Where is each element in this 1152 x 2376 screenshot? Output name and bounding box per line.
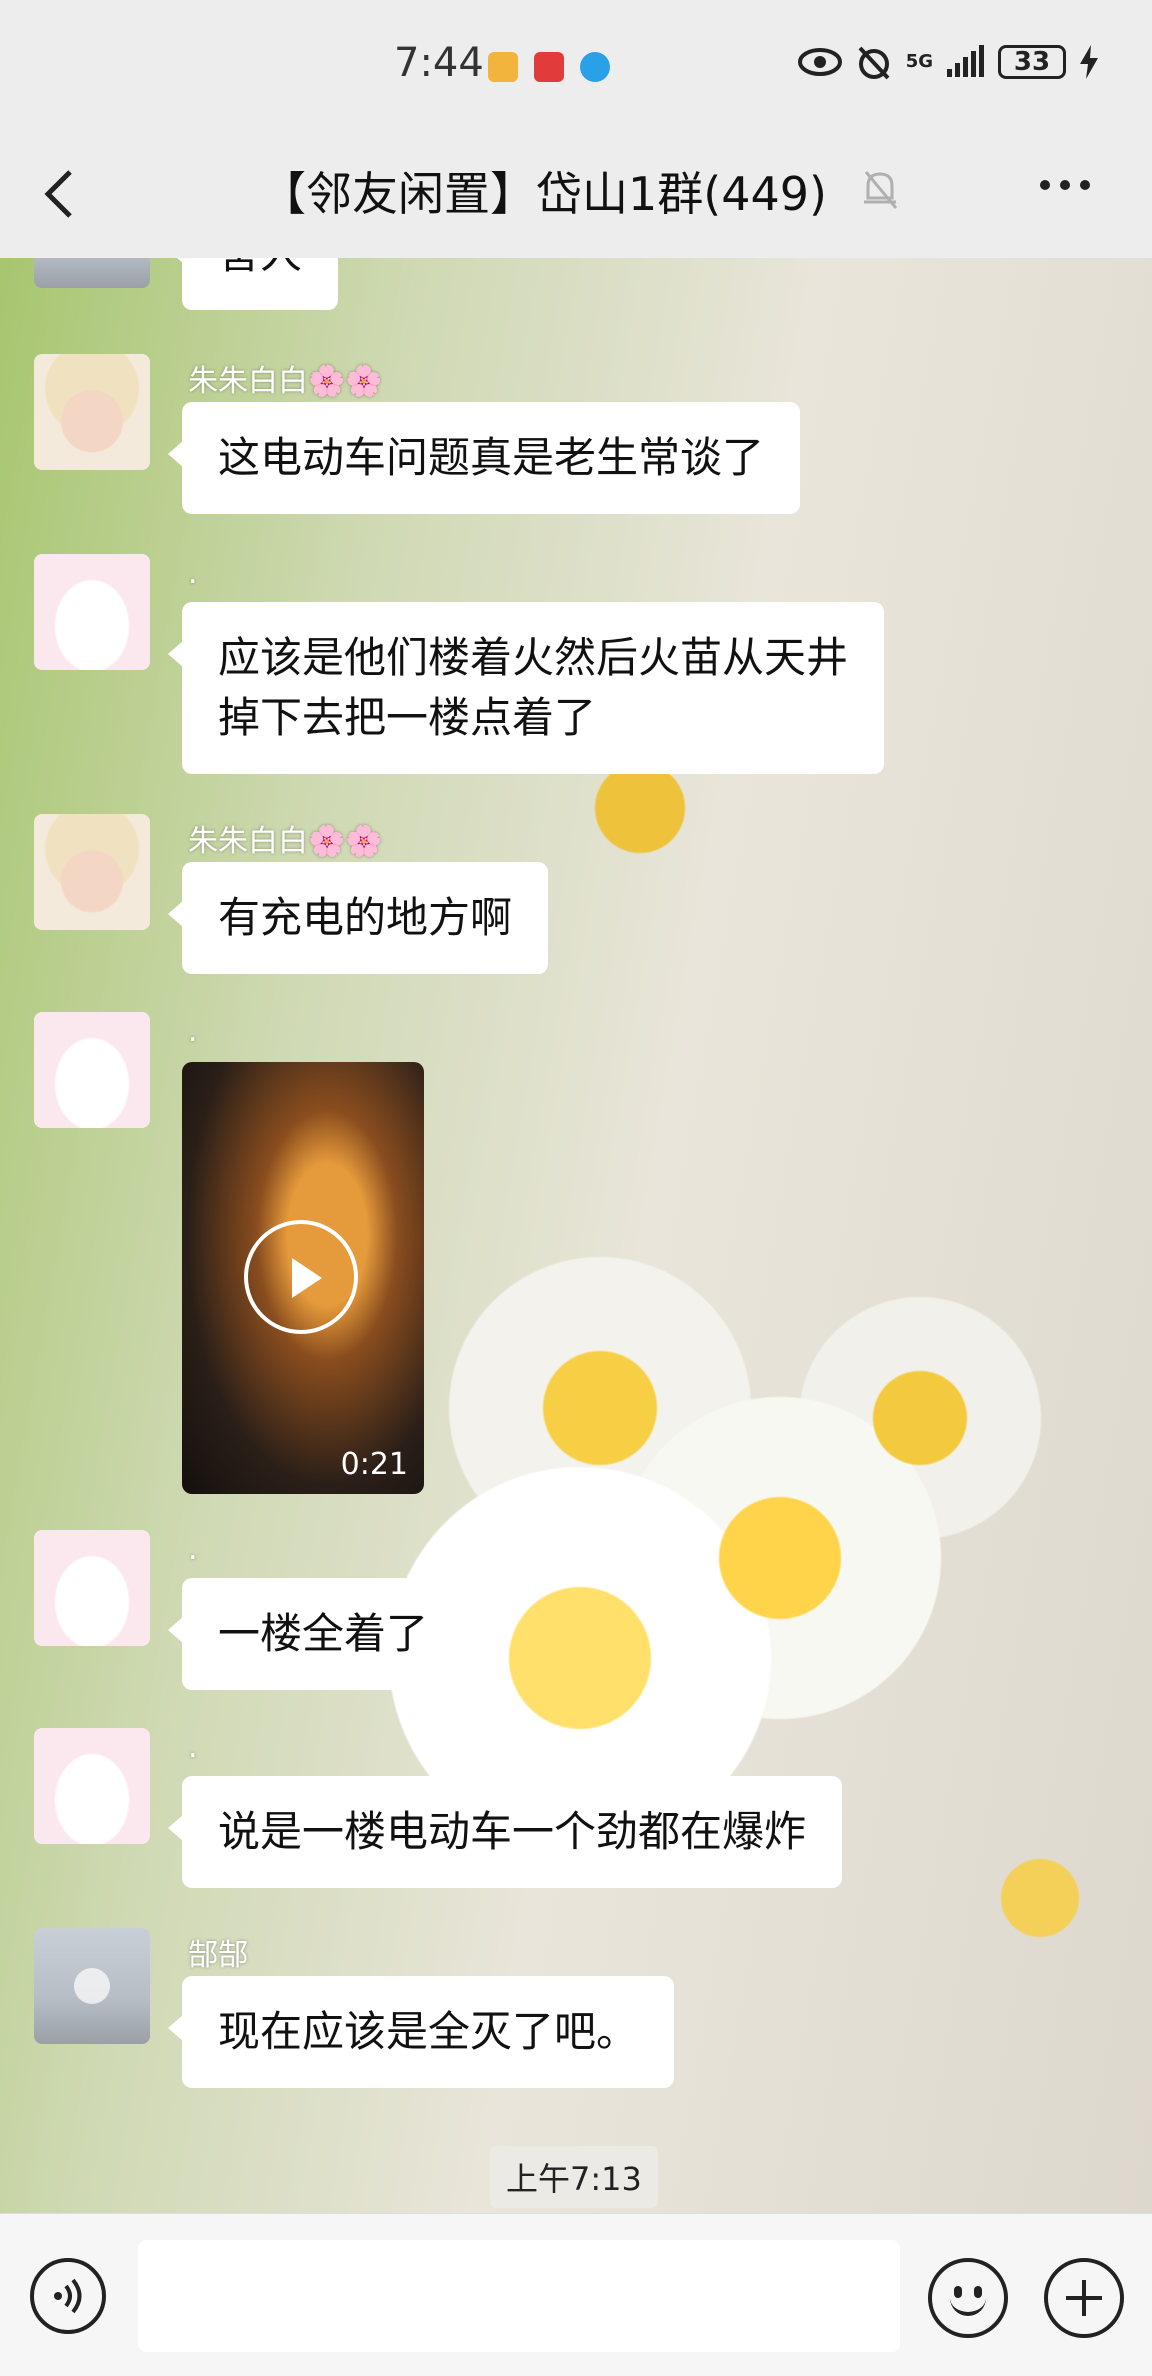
- avatar[interactable]: [34, 354, 150, 470]
- more-button[interactable]: [1040, 180, 1090, 190]
- message-text: 有充电的地方啊: [218, 893, 513, 942]
- message-bubble[interactable]: 害人: [167, 258, 339, 310]
- avatar[interactable]: [34, 554, 150, 670]
- sender-name: 朱朱白白🌸🌸: [188, 824, 383, 859]
- alarm-off-icon: [858, 46, 890, 80]
- person-icon: [74, 1968, 110, 2004]
- chevron-left-icon: [44, 170, 72, 218]
- emoji-button[interactable]: [928, 2258, 1008, 2338]
- sender-name: .: [188, 1532, 198, 1567]
- play-icon[interactable]: [244, 1220, 358, 1334]
- app-red-icon: [534, 52, 564, 82]
- network-type: 5G: [905, 51, 933, 72]
- message-bubble[interactable]: 现在应该是全灭了吧。: [167, 1976, 675, 2088]
- sender-name: .: [188, 1014, 198, 1049]
- charging-icon: [1080, 45, 1098, 79]
- video-duration: 0:21: [340, 1447, 408, 1482]
- message-bubble[interactable]: 说是一楼电动车一个劲都在爆炸: [167, 1776, 843, 1888]
- message-text: 应该是他们楼着火然后火苗从天井 掉下去把一楼点着了: [218, 633, 849, 742]
- back-button[interactable]: [30, 158, 100, 228]
- app-blue-icon: [580, 52, 610, 82]
- message-bubble[interactable]: 一楼全着了: [167, 1578, 465, 1690]
- battery-icon: 33: [998, 45, 1066, 79]
- message-bubble[interactable]: 应该是他们楼着火然后火苗从天井 掉下去把一楼点着了: [167, 602, 885, 774]
- avatar[interactable]: [34, 1728, 150, 1844]
- message-text: 现在应该是全灭了吧。: [218, 2007, 639, 2056]
- message-text: 这电动车问题真是老生常谈了: [218, 433, 765, 482]
- voice-button[interactable]: [30, 2258, 106, 2334]
- signal-icon: [947, 45, 984, 77]
- emoji-mouth: [950, 2296, 986, 2316]
- status-time: 7:44: [394, 40, 484, 86]
- app-badge-icon: [488, 52, 518, 82]
- plus-button[interactable]: [1044, 2258, 1124, 2338]
- message-input[interactable]: [138, 2240, 900, 2352]
- message-text: 害人: [218, 258, 302, 278]
- message-bubble[interactable]: 这电动车问题真是老生常谈了: [167, 402, 801, 514]
- message-text: 一楼全着了: [218, 1609, 429, 1658]
- sender-name: .: [188, 1730, 198, 1765]
- battery-level: 33: [1013, 47, 1051, 77]
- avatar[interactable]: [34, 1928, 150, 2044]
- eye-icon: [797, 48, 842, 76]
- avatar[interactable]: [34, 814, 150, 930]
- input-bar: [0, 2213, 1152, 2376]
- status-bar: 7:44 5G 33: [0, 0, 1152, 130]
- avatar[interactable]: [34, 1530, 150, 1646]
- chat-header: 【邻友闲置】岱山1群(449): [0, 130, 1152, 258]
- message-text: 说是一楼电动车一个劲都在爆炸: [218, 1807, 807, 1856]
- bell-off-icon: [864, 171, 898, 209]
- avatar[interactable]: [34, 1012, 150, 1128]
- sender-name: .: [188, 556, 198, 591]
- timestamp: 上午7:13: [490, 2146, 658, 2208]
- message-bubble[interactable]: 有充电的地方啊: [167, 862, 549, 974]
- chat-area[interactable]: 害人 朱朱白白🌸🌸 这电动车问题真是老生常谈了 . 应该是他们楼着火然后火苗从天…: [0, 258, 1152, 2213]
- sender-name: 郜郜: [188, 1938, 248, 1973]
- status-icons: 5G 33: [797, 44, 1098, 80]
- voice-icon: [54, 2278, 82, 2314]
- avatar[interactable]: [34, 258, 150, 288]
- video-message[interactable]: 0:21: [182, 1062, 424, 1494]
- chat-title: 【邻友闲置】岱山1群(449): [260, 167, 827, 221]
- sender-name: 朱朱白白🌸🌸: [188, 364, 383, 399]
